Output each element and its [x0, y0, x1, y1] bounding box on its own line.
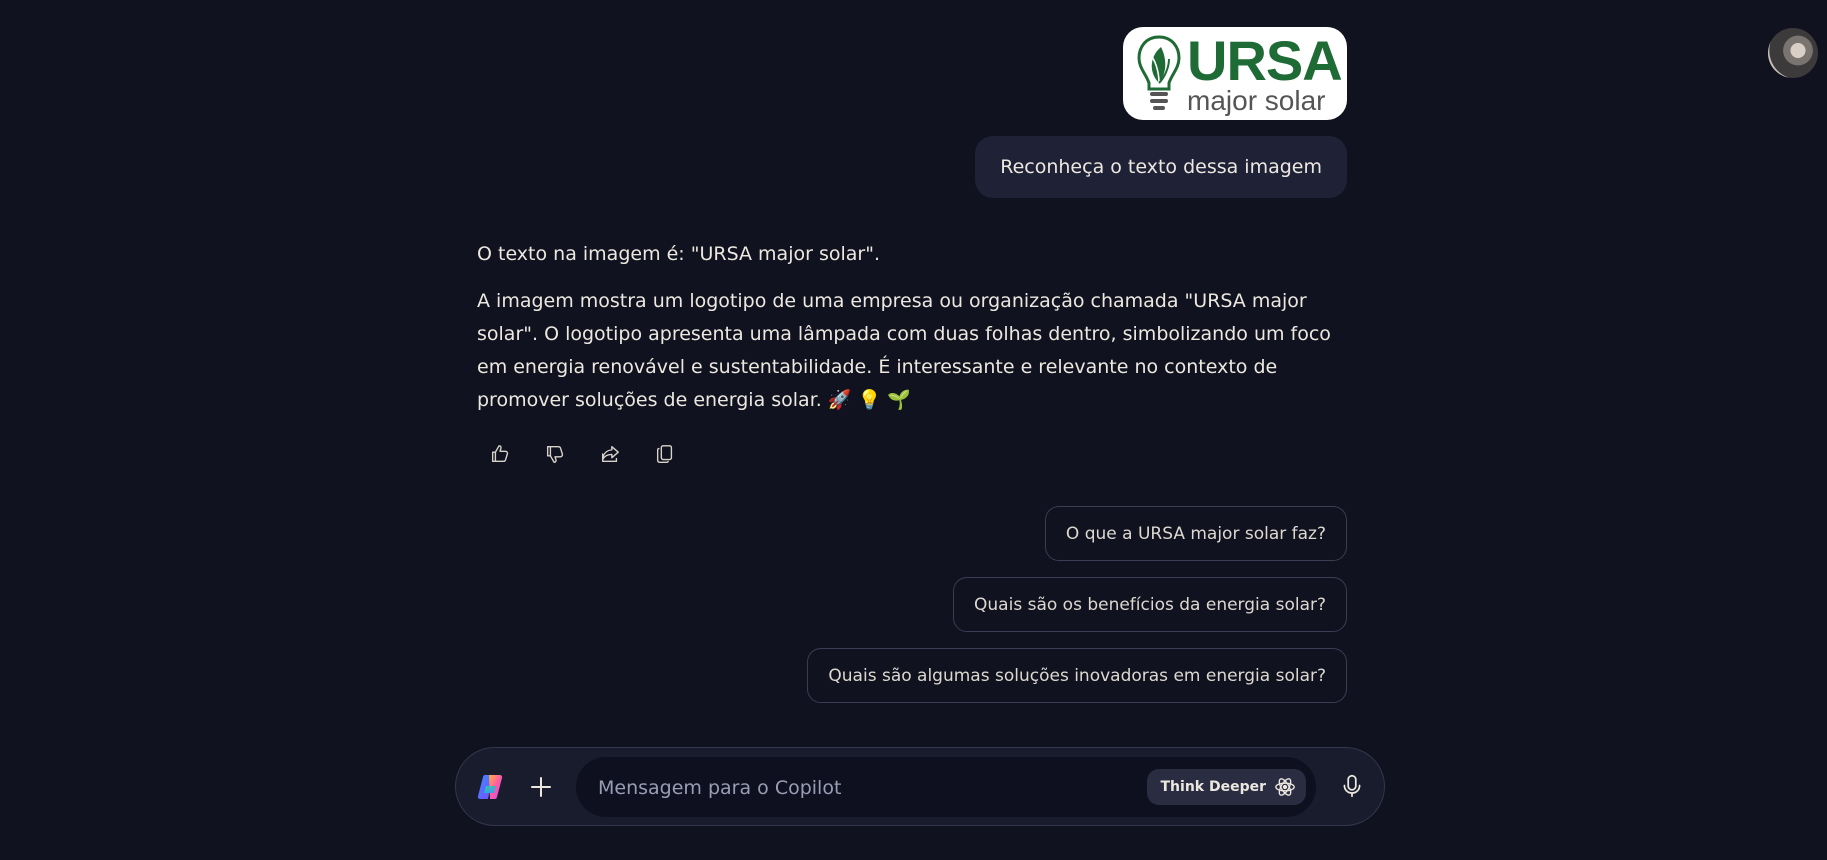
logo-sub-text: major solar: [1187, 84, 1326, 116]
thumbs-up-icon: [491, 445, 509, 463]
copy-button[interactable]: [647, 436, 683, 472]
input-container: Think Deeper: [576, 757, 1316, 819]
logo-text: URSA major solar: [1187, 28, 1343, 116]
suggestion-chip[interactable]: O que a URSA major solar faz?: [1044, 506, 1347, 561]
think-deeper-label: Think Deeper: [1160, 779, 1267, 795]
like-button[interactable]: [482, 436, 518, 472]
copy-icon: [656, 445, 673, 463]
think-deeper-button[interactable]: Think Deeper: [1146, 769, 1306, 805]
user-uploaded-image[interactable]: URSA major solar: [1123, 27, 1347, 120]
copilot-chat-page: URSA major solar Reconheça o texto dessa…: [0, 0, 1827, 860]
suggestion-chip[interactable]: Quais são algumas soluções inovadoras em…: [807, 648, 1347, 703]
assistant-paragraph: A imagem mostra um logotipo de uma empre…: [477, 290, 1331, 411]
microphone-icon: [1343, 774, 1361, 798]
message-composer: Think Deeper: [455, 747, 1385, 826]
copilot-logo-icon[interactable]: [476, 772, 506, 802]
microphone-button[interactable]: [1332, 766, 1372, 806]
suggestion-list: O que a URSA major solar faz? Quais são …: [807, 506, 1347, 703]
dislike-button[interactable]: [537, 436, 573, 472]
message-input[interactable]: [596, 757, 1140, 819]
plus-icon: [531, 777, 551, 797]
share-button[interactable]: [592, 436, 628, 472]
share-icon: [601, 445, 619, 463]
message-actions: [482, 436, 683, 472]
assistant-message: O texto na imagem é: "URSA major solar".…: [477, 238, 1357, 431]
suggestion-chip[interactable]: Quais são os benefícios da energia solar…: [953, 577, 1347, 632]
avatar[interactable]: [1768, 28, 1818, 78]
atom-icon: [1275, 778, 1295, 796]
lightbulb-leaf-icon: [1137, 34, 1181, 110]
assistant-paragraph: O texto na imagem é: "URSA major solar".: [477, 243, 880, 265]
attach-button[interactable]: [522, 768, 560, 806]
thumbs-down-icon: [546, 445, 564, 463]
logo-main-text: URSA: [1187, 28, 1343, 92]
user-message-bubble: Reconheça o texto dessa imagem: [975, 136, 1347, 198]
